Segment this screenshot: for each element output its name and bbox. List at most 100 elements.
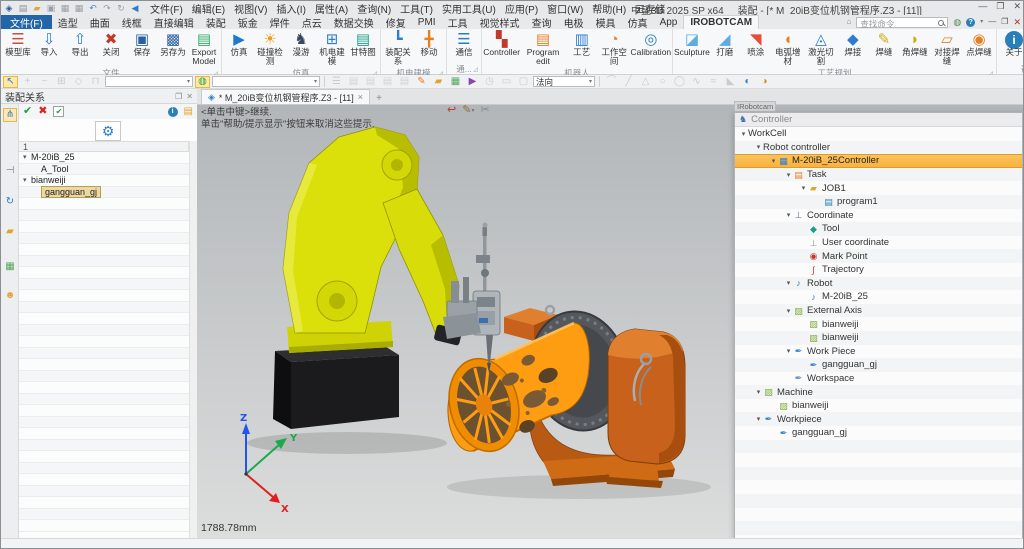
ribbon-tab-模具[interactable]: 模具 — [590, 15, 622, 29]
ribbon-button-关于[interactable]: i关于 — [999, 30, 1024, 58]
controller-tree-item-Coordinate[interactable]: ▾⊥Coordinate — [735, 209, 1022, 223]
ribbon-button-焊接[interactable]: ◆焊接 — [838, 30, 868, 58]
controller-tree-item-Machine[interactable]: ▾▨Machine — [735, 385, 1022, 399]
ribbon-button-导入[interactable]: ⇩导入 — [34, 30, 64, 58]
ribbon-tab-仿真[interactable]: 仿真 — [622, 15, 654, 29]
ribbon-button-Controller[interactable]: ▚Controller — [484, 30, 519, 58]
controller-tree-item-Robot[interactable]: ▾♪Robot — [735, 277, 1022, 291]
panel-float-icon[interactable]: ❐ — [175, 92, 182, 101]
ribbon-button-碰撞检测[interactable]: ☀碰撞检测 — [255, 30, 285, 67]
expand-chevron-icon[interactable]: ▾ — [739, 130, 748, 138]
document-tab[interactable]: ◈ * M_20iB变位机钢管程序.Z3 - [11] × — [201, 89, 370, 104]
expand-chevron-icon[interactable]: ▾ — [754, 388, 763, 396]
ribbon-button-Program edit[interactable]: ▤Program edit — [520, 30, 565, 67]
expand-chevron-icon[interactable]: ▾ — [784, 171, 793, 179]
group-launcher-icon[interactable]: ◿ — [473, 66, 478, 73]
mdi-close-icon[interactable]: ✕ — [1013, 18, 1021, 27]
controller-tree-item-program1[interactable]: ▤program1 — [735, 195, 1022, 209]
expand-chevron-icon[interactable]: ▾ — [784, 279, 793, 287]
expand-chevron-icon[interactable]: ▾ — [23, 176, 31, 184]
manager-user-button[interactable]: ☻ — [3, 289, 17, 303]
image-button[interactable]: ▦ — [448, 76, 463, 88]
render-b-button[interactable]: ◑ — [757, 76, 772, 88]
ribbon-button-激光切割[interactable]: ◬激光切割 — [805, 30, 837, 67]
mdi-restore-icon[interactable]: ❐ — [1001, 18, 1008, 26]
ribbon-tab-装配[interactable]: 装配 — [200, 15, 232, 29]
expand-chevron-icon[interactable]: ▾ — [784, 307, 793, 315]
help-icon[interactable]: ? — [966, 18, 975, 27]
assembly-scrollbar[interactable] — [189, 141, 197, 538]
controller-tree-item-JOB1[interactable]: ▾▰JOB1 — [735, 181, 1022, 195]
apply-checkbox-icon[interactable]: ✔ — [53, 106, 64, 117]
expand-chevron-icon[interactable]: ▾ — [799, 184, 808, 192]
panel-close-icon[interactable]: ✕ — [186, 92, 193, 101]
search-input[interactable]: 查找命令 — [856, 17, 948, 28]
expand-chevron-icon[interactable]: ▾ — [754, 143, 763, 151]
view-combo[interactable]: ▾ — [212, 76, 320, 87]
ribbon-button-模型库[interactable]: ☰模型库 — [3, 30, 33, 58]
caret-down-icon[interactable]: ▾ — [187, 78, 190, 85]
filter-combo[interactable]: ▾ — [105, 76, 193, 87]
controller-tree-item-Tool[interactable]: ◆Tool — [735, 222, 1022, 236]
new-tab-button[interactable]: + — [376, 93, 382, 104]
controller-panel-header[interactable]: ♞ Controller — [735, 113, 1022, 127]
ribbon-tab-App[interactable]: App — [654, 15, 684, 29]
ribbon-button-装配关系[interactable]: ┗装配关系 — [383, 30, 413, 67]
expand-chevron-icon[interactable]: ▾ — [784, 211, 793, 219]
globe-icon[interactable]: ◍ — [953, 18, 961, 27]
ribbon-tab-电极[interactable]: 电极 — [558, 15, 590, 29]
render-a-button[interactable]: ◐ — [740, 76, 755, 88]
gear-button[interactable]: ⚙ — [95, 121, 121, 141]
menu-文件F[interactable]: 文件(F) — [150, 1, 183, 16]
controller-tree-item-Trajectory[interactable]: ∫Trajectory — [735, 263, 1022, 277]
assembly-row-gangguan_gj[interactable]: gangguan_gj — [19, 187, 189, 199]
ribbon-tab-工具[interactable]: 工具 — [442, 15, 474, 29]
ribbon-button-机电建模[interactable]: ⊞机电建模 — [317, 30, 347, 67]
ribbon-button-Sculpture[interactable]: ◪Sculpture — [675, 30, 709, 58]
ribbon-button-工艺[interactable]: ▥工艺 — [567, 30, 597, 58]
ribbon-tab-造型[interactable]: 造型 — [52, 15, 84, 29]
ribbon-tab-修复[interactable]: 修复 — [380, 15, 412, 29]
ribbon-tab-IROBOTCAM[interactable]: IROBOTCAM — [683, 15, 759, 29]
controller-tree-item-gangguan_gj[interactable]: ✒gangguan_gj — [735, 358, 1022, 372]
ribbon-tab-线框[interactable]: 线框 — [116, 15, 148, 29]
controller-tree-item-bianweiji[interactable]: ▨bianweiji — [735, 331, 1022, 345]
controller-tree-item-gangguan_gj[interactable]: ✒gangguan_gj — [735, 426, 1022, 440]
menu-窗口W[interactable]: 窗口(W) — [547, 1, 583, 16]
media-button[interactable]: ▶ — [465, 76, 480, 88]
ribbon-button-通信[interactable]: ☰通信 — [449, 30, 479, 58]
controller-tree-item-bianweiji[interactable]: ▨bianweiji — [735, 317, 1022, 331]
ribbon-button-甘特图[interactable]: ▤甘特图 — [348, 30, 378, 58]
ribbon-tab-视觉样式[interactable]: 视觉样式 — [474, 15, 526, 29]
ribbon-tab-点云[interactable]: 点云 — [296, 15, 328, 29]
manager-constraint-button[interactable]: ⊣ — [3, 164, 17, 178]
menu-插入I[interactable]: 插入(I) — [276, 1, 305, 16]
menu-查询N[interactable]: 查询(N) — [357, 1, 391, 16]
file-ribbon-tab[interactable]: 文件(F) — [1, 15, 52, 29]
controller-tree-item-WorkCell[interactable]: ▾WorkCell — [735, 127, 1022, 141]
restore-button[interactable]: ❐ — [996, 1, 1004, 12]
assembly-row-M-20iB_25[interactable]: ▾M-20iB_25 — [19, 152, 189, 164]
manager-assembly-tree-button[interactable]: ⋔ — [3, 108, 17, 122]
ribbon-button-工作空间[interactable]: ◔工作空间 — [598, 30, 631, 67]
exit-hint-icon[interactable]: ↩ — [447, 105, 456, 116]
controller-tree-item-bianweiji[interactable]: ▨bianweiji — [735, 399, 1022, 413]
ribbon-tab-钣金[interactable]: 钣金 — [232, 15, 264, 29]
pin-icon[interactable]: ⌂ — [847, 18, 852, 26]
menu-属性A[interactable]: 属性(A) — [315, 1, 348, 16]
ribbon-button-喷涂[interactable]: ◥喷涂 — [741, 30, 771, 58]
paint-display-icon[interactable]: ✎▾ — [462, 105, 474, 116]
ribbon-button-导出[interactable]: ⇧导出 — [65, 30, 95, 58]
brush-button[interactable]: ✎ — [414, 76, 429, 88]
controller-tree-item-Workpiece[interactable]: ▾✒Workpiece — [735, 412, 1022, 426]
expand-chevron-icon[interactable]: ▾ — [769, 157, 778, 165]
ribbon-button-点焊缝[interactable]: ◉点焊缝 — [964, 30, 994, 58]
manager-render-image-button[interactable]: ▦ — [3, 260, 17, 274]
confirm-icon[interactable]: ✔ — [23, 106, 32, 117]
menu-工具T[interactable]: 工具(T) — [400, 1, 433, 16]
ribbon-button-角焊缝[interactable]: ◗角焊缝 — [900, 30, 930, 58]
ribbon-button-Export Model[interactable]: ▤Export Model — [189, 30, 219, 67]
controller-tree-item-User coordinate[interactable]: ⊥User coordinate — [735, 236, 1022, 250]
controller-tree-item-Workspace[interactable]: ✒Workspace — [735, 372, 1022, 386]
ribbon-button-电弧增材[interactable]: ◖电弧增材 — [772, 30, 804, 67]
